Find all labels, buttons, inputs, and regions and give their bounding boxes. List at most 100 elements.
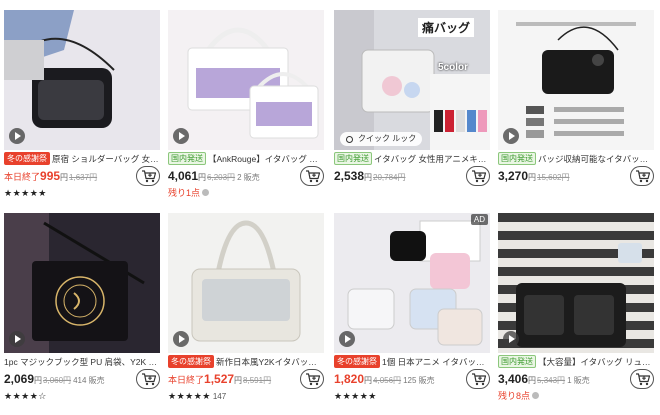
play-icon[interactable]	[9, 128, 25, 144]
currency-unit: 円	[528, 173, 537, 182]
product-meta: 残り1点	[168, 187, 210, 199]
price: 1,527	[204, 372, 235, 386]
currency-unit: 円	[198, 173, 207, 182]
currency-unit: 円	[34, 376, 43, 385]
add-to-cart-button[interactable]	[466, 369, 490, 389]
rating-stars: ★★★★★	[168, 391, 211, 401]
price: 995	[40, 169, 61, 183]
cart-plus-icon	[472, 373, 487, 386]
stock-text: 残り8点	[498, 391, 531, 401]
original-price: 15,602円	[537, 173, 570, 182]
play-icon[interactable]	[339, 331, 355, 347]
product-card[interactable]: AD 冬の感謝祭1個 日本アニメ イタバッグ 透... 1,820円4,056円12…	[334, 213, 490, 413]
play-icon[interactable]	[173, 128, 189, 144]
banner-title: 痛バッグ	[418, 18, 475, 37]
info-icon[interactable]	[532, 392, 540, 399]
product-image[interactable]	[498, 10, 654, 150]
play-icon[interactable]	[503, 331, 519, 347]
product-card[interactable]: 冬の感謝祭原宿 ショルダーバッグ 女性用... 本日終了995円1,637円 ★★★…	[4, 10, 160, 210]
cart-plus-icon	[306, 373, 321, 386]
product-image[interactable]	[168, 213, 324, 353]
stock-text: 残り1点	[168, 188, 201, 198]
sold-count: 414 販売	[73, 376, 105, 385]
stock-remaining: 残り8点	[498, 391, 540, 401]
product-meta: ★★★★☆	[4, 390, 47, 402]
currency-unit: 円	[364, 173, 373, 182]
cart-plus-icon	[142, 170, 157, 183]
price-row: 2,538円20,784円	[334, 168, 458, 184]
product-title-text: 原宿 ショルダーバッグ 女性用...	[52, 154, 160, 164]
product-meta: ★★★★★ 147	[168, 390, 226, 402]
product-title[interactable]: 国内発送 【AnkRouge】イタバッグ フ...	[168, 152, 324, 166]
product-card[interactable]: 国内発送 【大容量】イタバッグ リュッ... 3,406円5,343円 1 販売 残り8…	[498, 213, 654, 413]
product-meta: 残り8点	[498, 390, 540, 402]
bag-illustration	[498, 10, 654, 150]
promo-tag: 冬の感謝祭	[168, 355, 214, 368]
cart-plus-icon	[636, 373, 651, 386]
bag-illustration	[168, 213, 324, 353]
add-to-cart-button[interactable]	[466, 166, 490, 186]
ad-badge: AD	[470, 214, 488, 225]
product-title[interactable]: 国内発送 イタバッグ 女性用アニメキャ...	[334, 152, 490, 166]
product-image[interactable]	[498, 213, 654, 353]
price: 3,270	[498, 169, 529, 183]
price-row: 本日終了1,527円8,591円	[168, 371, 292, 387]
add-to-cart-button[interactable]	[300, 166, 324, 186]
price-row: 本日終了995円1,637円	[4, 168, 128, 184]
product-title[interactable]: 1pc マジックブック型 PU 肩袋、Y2K シ...	[4, 355, 160, 369]
product-image[interactable]: AD	[334, 213, 490, 353]
product-card[interactable]: 1pc マジックブック型 PU 肩袋、Y2K シ... 2,069円3,060円 4…	[4, 213, 160, 413]
info-icon[interactable]	[202, 189, 210, 196]
bag-illustration	[4, 213, 160, 353]
currency-unit: 円	[364, 376, 373, 385]
product-card[interactable]: 国内発送 【AnkRouge】イタバッグ フ... 4,061円6,203円 2 販売…	[168, 10, 324, 210]
bag-illustration	[498, 213, 654, 353]
product-image[interactable]	[168, 10, 324, 150]
product-title[interactable]: 冬の感謝祭 新作日本風Y2Kイタバッグ、...	[168, 355, 324, 369]
promo-tag: 国内発送	[168, 152, 206, 165]
original-price: 8,591円	[243, 376, 272, 385]
price-row: 4,061円6,203円 2 販売	[168, 168, 292, 184]
bag-illustration	[4, 10, 160, 150]
add-to-cart-button[interactable]	[630, 166, 654, 186]
product-title-text: バッジ収納可能なイタバッグ・...	[538, 154, 654, 164]
product-title[interactable]: 国内発送 【大容量】イタバッグ リュッ...	[498, 355, 654, 369]
product-card[interactable]: 国内発送 バッジ収納可能なイタバッグ・... 3,270円15,602円	[498, 10, 654, 210]
rating-stars: ★★★★★	[4, 188, 47, 198]
add-to-cart-button[interactable]	[136, 369, 160, 389]
play-icon[interactable]	[9, 331, 25, 347]
rating-stars: ★★★★★	[334, 391, 377, 401]
review-count: 147	[212, 392, 227, 401]
product-image[interactable]	[4, 213, 160, 353]
play-icon[interactable]	[173, 331, 189, 347]
product-card[interactable]: 痛バッグ 5color クイック ルック国内発送 イタバッグ 女性用アニメキャ... 2…	[334, 10, 490, 210]
product-image[interactable]	[4, 10, 160, 150]
product-title-text: 【大容量】イタバッグ リュッ...	[538, 357, 654, 367]
product-card[interactable]: 冬の感謝祭 新作日本風Y2Kイタバッグ、... 本日終了1,527円8,591円 ★★…	[168, 213, 324, 413]
add-to-cart-button[interactable]	[136, 166, 160, 186]
play-icon[interactable]	[503, 128, 519, 144]
price: 2,538	[334, 169, 365, 183]
price-label: 本日終了	[4, 172, 41, 182]
product-title-text: 1個 日本アニメ イタバッグ 透...	[382, 357, 490, 367]
quick-look-button[interactable]: クイック ルック	[340, 132, 423, 146]
product-title[interactable]: 冬の感謝祭1個 日本アニメ イタバッグ 透...	[334, 355, 490, 369]
currency-unit: 円	[528, 376, 537, 385]
product-title-text: イタバッグ 女性用アニメキャ...	[374, 154, 490, 164]
add-to-cart-button[interactable]	[630, 369, 654, 389]
product-title[interactable]: 冬の感謝祭原宿 ショルダーバッグ 女性用...	[4, 152, 160, 166]
sold-count: 125 販売	[403, 376, 435, 385]
banner-color-count: 5color	[438, 62, 469, 73]
product-image[interactable]: 痛バッグ 5color クイック ルック	[334, 10, 490, 150]
add-to-cart-button[interactable]	[300, 369, 324, 389]
product-meta: ★★★★★	[334, 390, 377, 402]
price-label: 本日終了	[168, 375, 205, 385]
stock-remaining: 残り1点	[168, 188, 210, 198]
product-grid: 冬の感謝祭原宿 ショルダーバッグ 女性用...本日終了995円1,637円★★★…	[0, 0, 660, 415]
bag-illustration	[334, 213, 490, 353]
price: 2,069	[4, 372, 35, 386]
price-row: 1,820円4,056円 125 販売	[334, 371, 458, 387]
original-price: 6,203円	[207, 173, 236, 182]
original-price: 20,784円	[373, 173, 406, 182]
product-title[interactable]: 国内発送 バッジ収納可能なイタバッグ・...	[498, 152, 654, 166]
